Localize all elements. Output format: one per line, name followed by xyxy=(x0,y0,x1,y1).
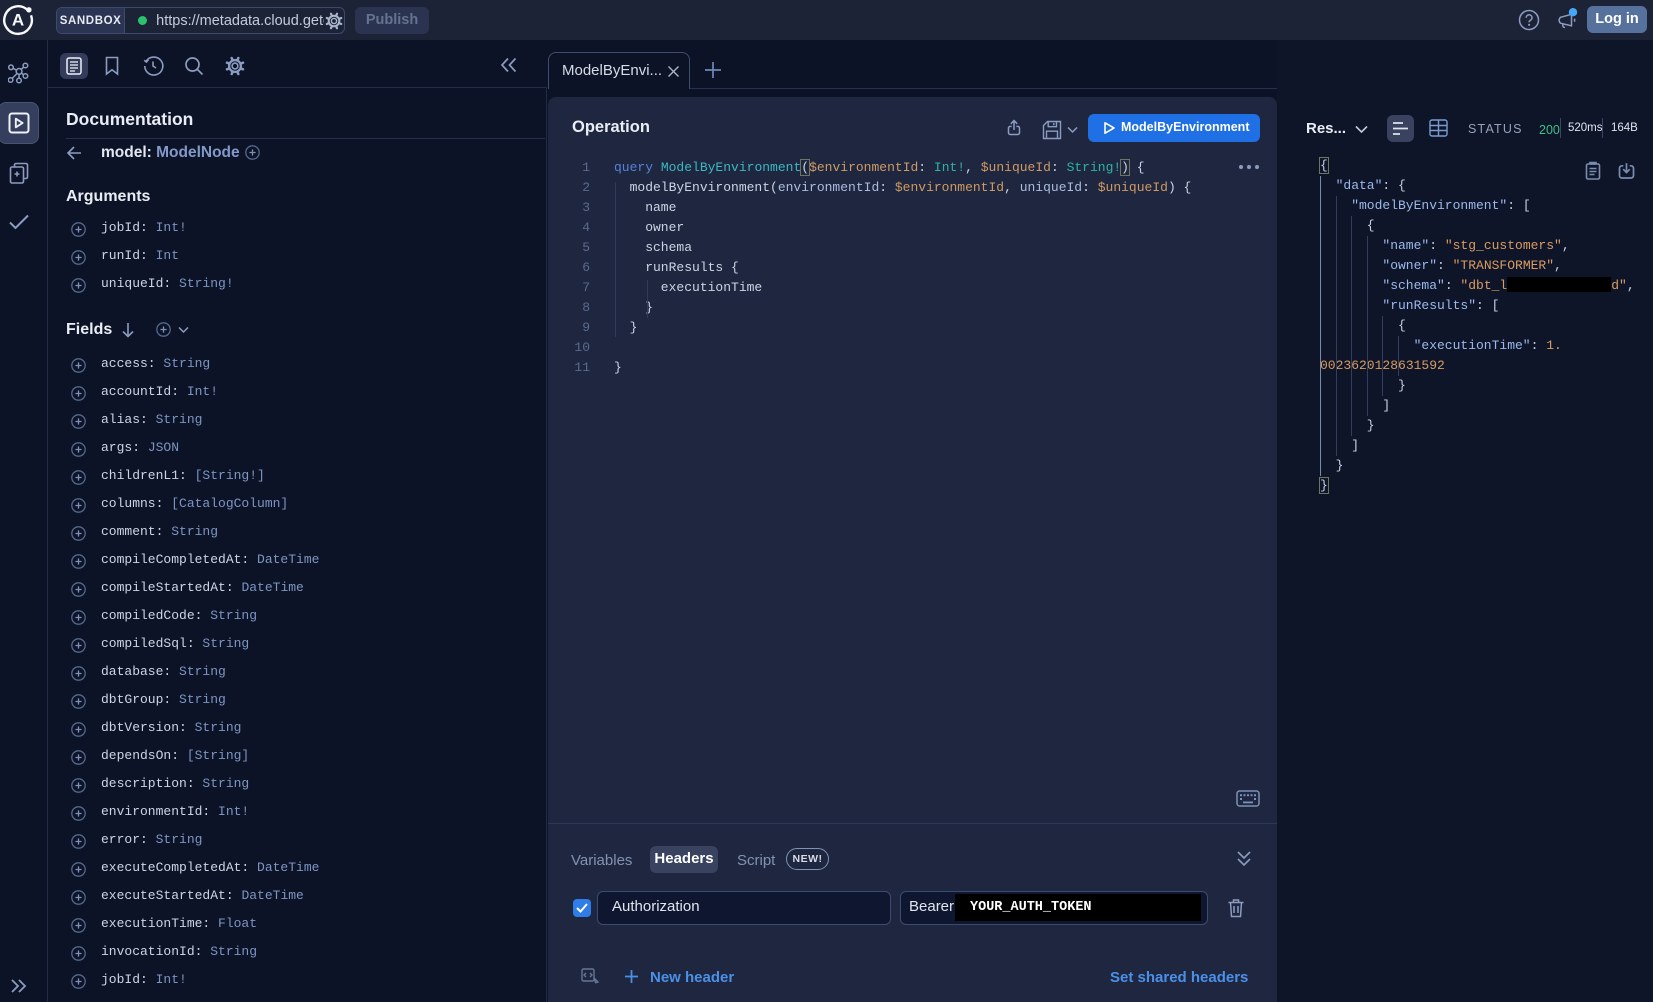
svg-text:A: A xyxy=(12,11,24,30)
